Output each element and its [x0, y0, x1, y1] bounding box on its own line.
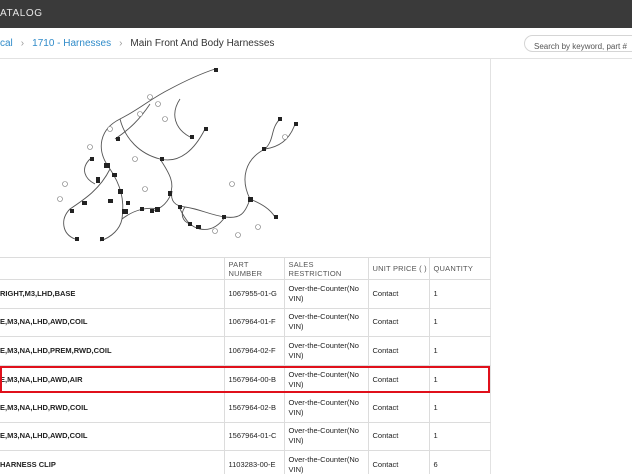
breadcrumb: cal › 1710 - Harnesses › Main Front And Body…	[0, 38, 274, 49]
table-row-highlighted[interactable]: E,M3,NA,LHD,AWD,AIR 1567964-00-B Over-th…	[0, 365, 491, 394]
connector-marks	[70, 68, 298, 241]
unit-price: Contact	[367, 336, 429, 366]
sales-restriction: Over-the-Counter(No VIN)	[283, 450, 368, 474]
search-box[interactable]	[524, 35, 632, 54]
part-description: E,M3,NA,LHD,RWD,COIL	[0, 393, 224, 423]
sales-restriction: Over-the-Counter(No VIN)	[283, 393, 368, 423]
sales-restriction: Over-the-Counter(No VIN)	[283, 336, 368, 366]
unit-price: Contact	[367, 393, 429, 423]
breadcrumb-link-electrical[interactable]: cal	[0, 38, 13, 49]
column-header-unit-price: UNIT PRICE ( )	[367, 257, 429, 280]
unit-price: Contact	[367, 422, 429, 451]
callout-marks	[57, 94, 288, 238]
part-number: 1567964-02-B	[223, 393, 284, 423]
part-description: RIGHT,M3,LHD,BASE	[0, 279, 224, 309]
unit-price: Contact	[367, 308, 429, 337]
sales-restriction: Over-the-Counter(No VIN)	[283, 422, 368, 451]
catalog-title: ATALOG	[0, 8, 43, 19]
quantity: 1	[428, 336, 491, 366]
table-row[interactable]: HARNESS CLIP 1103283-00-E Over-the-Count…	[0, 450, 491, 474]
quantity: 1	[428, 279, 491, 309]
breadcrumb-link-harnesses[interactable]: 1710 - Harnesses	[32, 38, 111, 49]
quantity: 1	[428, 365, 491, 394]
part-number: 1103283-00-E	[223, 450, 284, 474]
part-description: HARNESS CLIP	[0, 450, 224, 474]
table-row[interactable]: E,M3,NA,LHD,RWD,COIL 1567964-02-B Over-t…	[0, 393, 491, 423]
column-header-part-number: PART NUMBER	[223, 257, 284, 280]
unit-price: Contact	[367, 450, 429, 474]
table-row[interactable]: RIGHT,M3,LHD,BASE 1067955-01-G Over-the-…	[0, 279, 491, 309]
sales-restriction: Over-the-Counter(No VIN)	[283, 365, 368, 394]
breadcrumb-current: Main Front And Body Harnesses	[130, 38, 275, 49]
breadcrumb-separator-icon: ›	[119, 38, 123, 49]
column-header-quantity: QUANTITY	[428, 257, 491, 280]
column-header-sales-restriction: SALES RESTRICTION	[283, 257, 368, 280]
quantity: 6	[428, 450, 491, 474]
parts-table: PART NUMBER SALES RESTRICTION UNIT PRICE…	[0, 257, 491, 474]
part-number: 1067964-01-F	[223, 308, 284, 337]
part-number: 1067964-02-F	[223, 336, 284, 366]
part-description: E,M3,NA,LHD,AWD,COIL	[0, 422, 224, 451]
part-description: E,M3,NA,LHD,AWD,COIL	[0, 308, 224, 337]
harness-diagram[interactable]	[0, 59, 491, 257]
unit-price: Contact	[367, 365, 429, 394]
table-header-row: PART NUMBER SALES RESTRICTION UNIT PRICE…	[0, 257, 491, 280]
top-bar: ATALOG	[0, 0, 632, 28]
quantity: 1	[428, 393, 491, 423]
sales-restriction: Over-the-Counter(No VIN)	[283, 279, 368, 309]
search-input[interactable]	[525, 39, 632, 54]
quantity: 1	[428, 422, 491, 451]
part-number: 1567964-01-C	[223, 422, 284, 451]
table-row[interactable]: E,M3,NA,LHD,AWD,COIL 1067964-01-F Over-t…	[0, 308, 491, 337]
part-description: E,M3,NA,LHD,PREM,RWD,COIL	[0, 336, 224, 366]
part-description: E,M3,NA,LHD,AWD,AIR	[0, 374, 83, 384]
unit-price: Contact	[367, 279, 429, 309]
breadcrumb-separator-icon: ›	[20, 38, 25, 49]
sales-restriction: Over-the-Counter(No VIN)	[283, 308, 368, 337]
table-row[interactable]: E,M3,NA,LHD,AWD,COIL 1567964-01-C Over-t…	[0, 422, 491, 451]
part-number: 1067955-01-G	[223, 279, 284, 309]
column-header-description	[0, 257, 224, 280]
parts-panel: PART NUMBER SALES RESTRICTION UNIT PRICE…	[0, 59, 491, 474]
quantity: 1	[428, 308, 491, 337]
table-row[interactable]: E,M3,NA,LHD,PREM,RWD,COIL 1067964-02-F O…	[0, 336, 491, 366]
part-number: 1567964-00-B	[223, 365, 284, 394]
harness-lines	[63, 68, 296, 242]
